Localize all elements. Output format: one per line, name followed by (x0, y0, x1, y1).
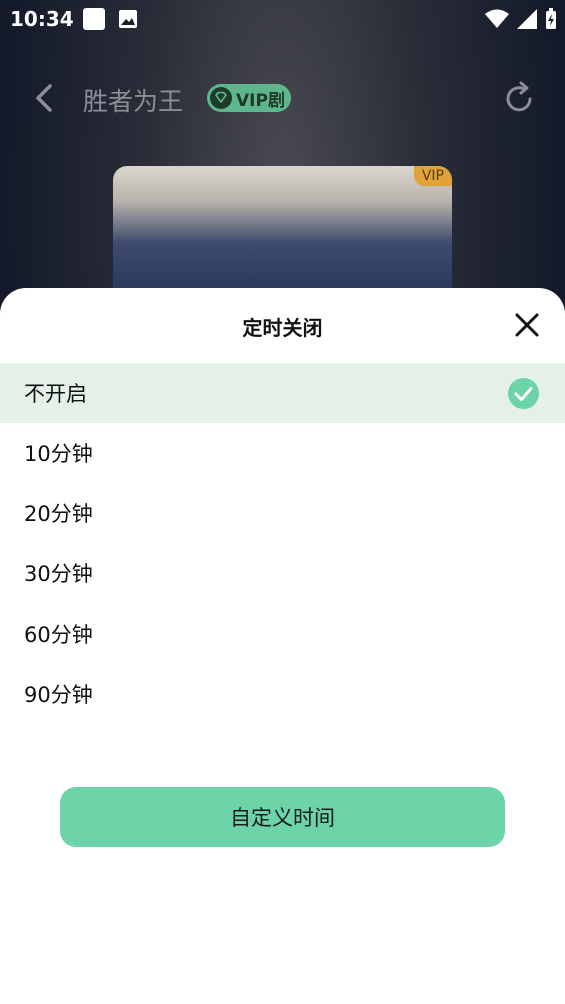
timer-option-60[interactable]: 60分钟 (0, 604, 565, 664)
status-icons (485, 8, 557, 30)
timer-option-10[interactable]: 10分钟 (0, 423, 565, 483)
poster-vip-badge: VIP (413, 166, 452, 186)
option-label: 10分钟 (24, 442, 93, 466)
back-icon[interactable] (30, 80, 62, 116)
timer-sheet: 定时关闭 不开启 10分钟 20分钟 30分钟 60分钟 90分钟 自定义时间 (0, 288, 565, 1004)
timer-option-90[interactable]: 90分钟 (0, 664, 565, 724)
wifi-icon (485, 9, 509, 28)
sheet-title: 定时关闭 (242, 316, 323, 340)
timer-option-20[interactable]: 20分钟 (0, 483, 565, 543)
vip-gem-icon (210, 87, 232, 109)
vip-badge-label: VIP剧 (236, 90, 285, 111)
timer-option-off[interactable]: 不开启 (0, 363, 565, 423)
vip-drama-badge: VIP剧 (207, 84, 291, 112)
option-label: 30分钟 (24, 562, 93, 586)
player-header: 胜者为王 VIP剧 (0, 62, 565, 134)
battery-icon (546, 8, 556, 29)
status-bar: 10:34 (0, 0, 565, 38)
option-label: 20分钟 (24, 502, 93, 526)
check-icon (508, 378, 539, 409)
option-label: 90分钟 (24, 683, 93, 707)
signal-icon (517, 9, 537, 29)
image-notification-icon (119, 10, 137, 28)
custom-time-button[interactable]: 自定义时间 (60, 787, 505, 847)
option-label: 不开启 (24, 382, 87, 406)
drama-poster: VIP (113, 166, 452, 306)
option-label: 60分钟 (24, 623, 93, 647)
timer-option-30[interactable]: 30分钟 (0, 543, 565, 603)
refresh-icon[interactable] (500, 80, 538, 118)
close-icon[interactable] (512, 310, 542, 340)
status-time: 10:34 (10, 7, 74, 31)
drama-title: 胜者为王 (83, 87, 184, 116)
notification-icon (83, 8, 105, 30)
